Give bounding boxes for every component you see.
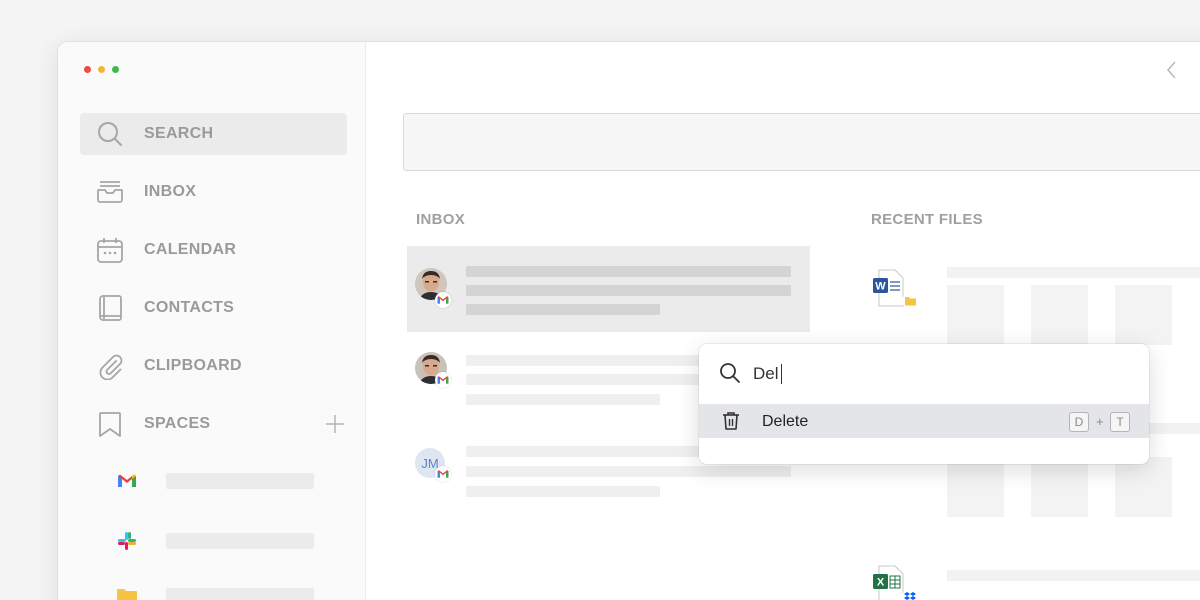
file-name-placeholder [947, 570, 1200, 581]
search-input[interactable] [403, 113, 1200, 171]
file-preview-tile [1115, 285, 1172, 345]
email-preview-placeholder [466, 285, 791, 296]
email-preview-placeholder [466, 486, 660, 497]
sidebar-item-inbox[interactable]: INBOX [80, 171, 347, 213]
sidebar-item-spaces[interactable]: SPACES [80, 403, 347, 445]
command-palette: Del Delete D + T [699, 344, 1149, 464]
bookmark-icon [96, 410, 124, 438]
svg-text:W: W [875, 281, 886, 293]
space-label-placeholder [166, 588, 314, 600]
inbox-icon [96, 178, 124, 206]
shortcut-plus: + [1096, 414, 1104, 429]
sidebar-item-clipboard[interactable]: CLIPBOARD [80, 345, 347, 387]
shortcut-key: D [1069, 412, 1089, 432]
sidebar-item-calendar[interactable]: CALENDAR [80, 229, 347, 271]
paperclip-icon [96, 352, 124, 380]
window-controls [84, 66, 119, 73]
command-result-delete[interactable]: Delete D + T [699, 404, 1149, 438]
maximize-window-button[interactable] [112, 66, 119, 73]
space-item[interactable] [116, 584, 316, 600]
file-preview-tile [1115, 457, 1172, 517]
space-label-placeholder [166, 473, 314, 489]
gmail-icon [435, 372, 451, 388]
word-file-icon[interactable]: W [873, 266, 923, 317]
file-preview-tile [1031, 457, 1088, 517]
space-item[interactable] [116, 529, 316, 553]
text-caret [781, 364, 782, 384]
gmail-icon [435, 292, 451, 308]
search-icon [719, 362, 741, 384]
sidebar-item-search[interactable]: SEARCH [80, 113, 347, 155]
svg-text:X: X [877, 577, 885, 589]
trash-icon [721, 411, 741, 436]
email-preview-placeholder [466, 394, 660, 405]
sidebar-item-label: CALENDAR [144, 241, 237, 258]
sidebar: SEARCH INBOX CALENDAR CONTACTS CLIPBOARD… [58, 42, 366, 600]
close-window-button[interactable] [84, 66, 91, 73]
sidebar-item-label: SPACES [144, 415, 211, 432]
sidebar-item-contacts[interactable]: CONTACTS [80, 287, 347, 329]
space-item[interactable] [116, 469, 316, 493]
slack-icon [116, 530, 138, 552]
email-preview-placeholder [466, 304, 660, 315]
minimize-window-button[interactable] [98, 66, 105, 73]
recent-files-section-title: RECENT FILES [871, 211, 983, 228]
email-preview-placeholder [466, 466, 791, 477]
calendar-icon [96, 236, 124, 264]
file-preview-tile [947, 457, 1004, 517]
add-space-button[interactable] [324, 413, 346, 435]
sidebar-item-label: CONTACTS [144, 299, 235, 316]
command-result-label: Delete [762, 413, 809, 430]
email-row[interactable] [407, 246, 810, 332]
main-content: INBOX RECENT FILES JM W X [367, 42, 1200, 600]
search-icon [96, 120, 124, 148]
shortcut-key: T [1110, 412, 1130, 432]
excel-file-icon[interactable]: X [873, 562, 923, 600]
space-label-placeholder [166, 533, 314, 549]
email-subject-placeholder [466, 266, 791, 277]
file-preview-tile [947, 285, 1004, 345]
file-name-placeholder [947, 267, 1200, 278]
file-preview-tile [1031, 285, 1088, 345]
gmail-icon [116, 470, 138, 492]
app-window: SEARCH INBOX CALENDAR CONTACTS CLIPBOARD… [58, 42, 1200, 600]
sidebar-item-label: CLIPBOARD [144, 357, 242, 374]
sidebar-item-label: SEARCH [144, 125, 214, 142]
chevron-left-icon[interactable] [1165, 60, 1177, 85]
sidebar-item-label: INBOX [144, 183, 197, 200]
inbox-section-title: INBOX [416, 211, 466, 228]
folder-icon [116, 585, 138, 600]
gmail-icon [435, 466, 451, 482]
command-input[interactable]: Del [753, 364, 1053, 384]
contacts-icon [96, 294, 124, 322]
